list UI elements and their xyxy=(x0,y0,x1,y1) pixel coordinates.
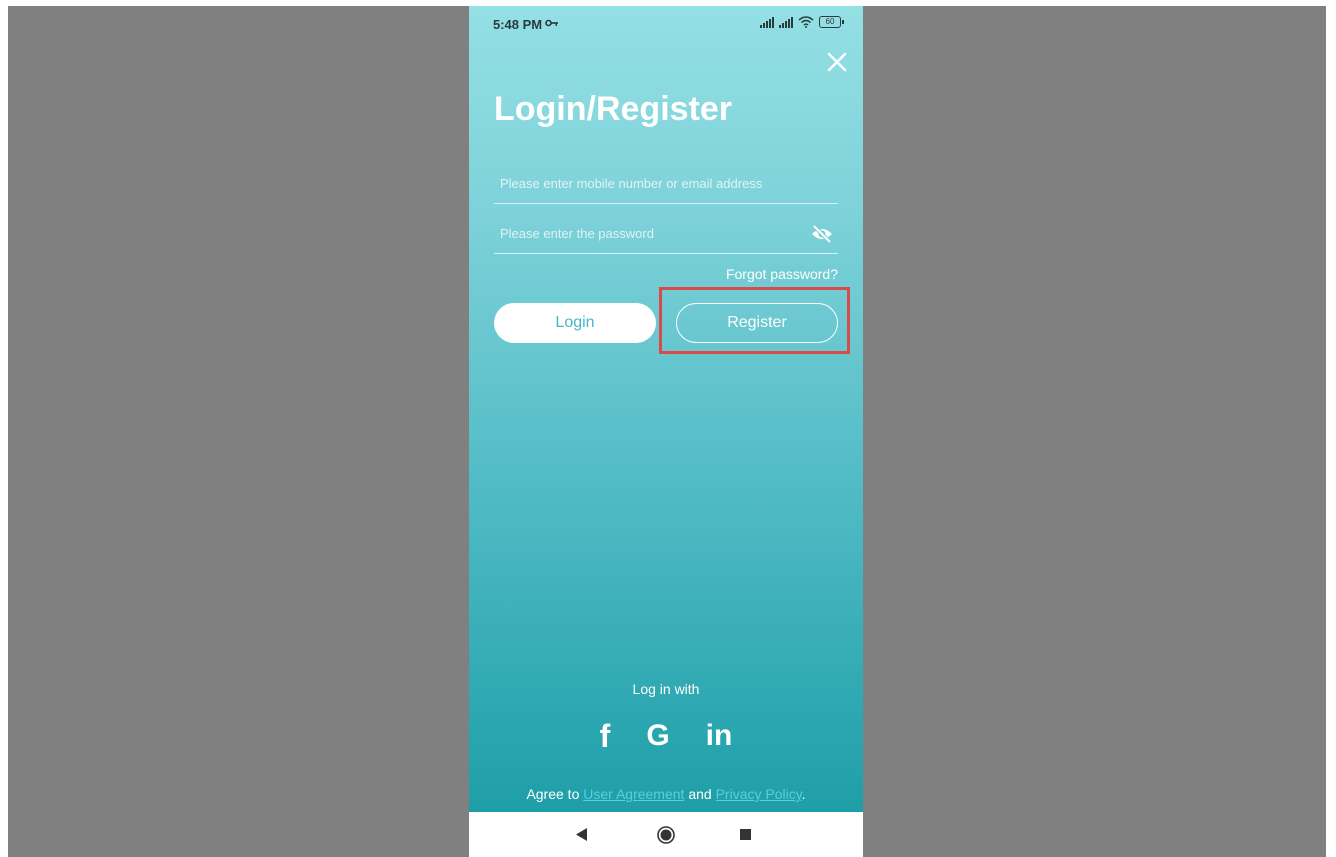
linkedin-icon[interactable]: in xyxy=(706,719,733,753)
status-icons: 60 xyxy=(760,16,844,28)
agreement-middle: and xyxy=(684,786,716,802)
agreement-text: Agree to User Agreement and Privacy Poli… xyxy=(469,786,863,802)
recents-square-icon[interactable] xyxy=(740,829,751,840)
close-icon[interactable] xyxy=(825,50,849,74)
eye-off-icon[interactable] xyxy=(810,222,834,246)
home-circle-icon[interactable] xyxy=(657,826,675,844)
system-nav-bar xyxy=(469,812,863,857)
signal-icon xyxy=(779,16,793,28)
email-input[interactable] xyxy=(498,171,802,195)
battery-indicator: 60 xyxy=(819,16,844,28)
register-button[interactable]: Register xyxy=(676,303,838,343)
social-login-row: f G in xyxy=(469,719,863,753)
password-input[interactable] xyxy=(498,221,802,245)
vpn-key-icon xyxy=(545,19,558,27)
google-icon[interactable]: G xyxy=(646,719,669,753)
status-bar: 5:48 PM 60 xyxy=(469,6,863,42)
facebook-icon[interactable]: f xyxy=(600,719,611,753)
privacy-policy-link[interactable]: Privacy Policy xyxy=(716,786,802,802)
status-time: 5:48 PM xyxy=(493,17,543,32)
social-login-heading: Log in with xyxy=(632,681,700,697)
user-agreement-link[interactable]: User Agreement xyxy=(583,786,684,802)
page-title: Login/Register xyxy=(494,90,733,128)
agreement-prefix: Agree to xyxy=(526,786,584,802)
back-triangle-icon[interactable] xyxy=(576,828,588,841)
login-button[interactable]: Login xyxy=(494,303,656,343)
signal-icon xyxy=(760,16,774,28)
phone-screen: 5:48 PM 60 Login/Register Please enter m… xyxy=(469,6,863,857)
wifi-icon xyxy=(798,16,814,28)
email-field xyxy=(494,163,838,204)
password-field xyxy=(494,213,838,254)
agreement-suffix: . xyxy=(801,786,806,802)
forgot-password-link[interactable]: Forgot password? xyxy=(726,266,838,282)
